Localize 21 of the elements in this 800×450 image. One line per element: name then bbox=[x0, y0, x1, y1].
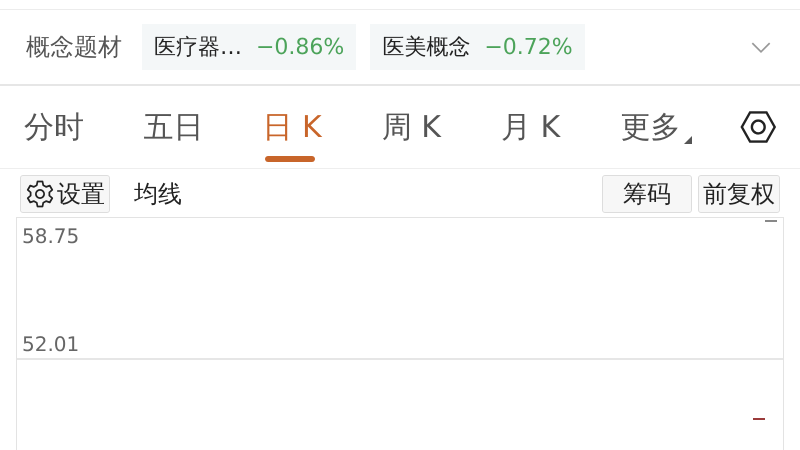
concept-tag[interactable]: 医疗器… −0.86% bbox=[142, 24, 356, 70]
tick-mark bbox=[765, 220, 777, 222]
period-tab[interactable]: 周 K bbox=[382, 86, 501, 168]
period-tab[interactable]: 月 K bbox=[501, 86, 620, 168]
gear-icon bbox=[25, 179, 55, 209]
chips-button[interactable]: 筹码 bbox=[602, 175, 692, 213]
tick-mark bbox=[753, 418, 765, 420]
period-tab[interactable]: 五日 bbox=[143, 86, 262, 168]
period-tab[interactable]: 更多 bbox=[620, 86, 740, 168]
period-tab[interactable]: 分时 bbox=[24, 86, 144, 168]
period-tab[interactable]: 日 K bbox=[262, 86, 382, 168]
chevron-down-icon[interactable] bbox=[750, 40, 772, 54]
settings-icon[interactable] bbox=[740, 108, 776, 146]
adjust-button[interactable]: 前复权 bbox=[698, 175, 780, 213]
concept-tag[interactable]: 医美概念 −0.72% bbox=[370, 24, 585, 70]
settings-button[interactable]: 设置 bbox=[20, 175, 110, 213]
price-label: 52.01 bbox=[22, 332, 80, 356]
concept-label: 概念题材 bbox=[26, 32, 122, 63]
moving-average-label[interactable]: 均线 bbox=[134, 178, 182, 210]
dropdown-triangle-icon bbox=[684, 136, 692, 144]
price-label: 58.75 bbox=[22, 224, 80, 248]
